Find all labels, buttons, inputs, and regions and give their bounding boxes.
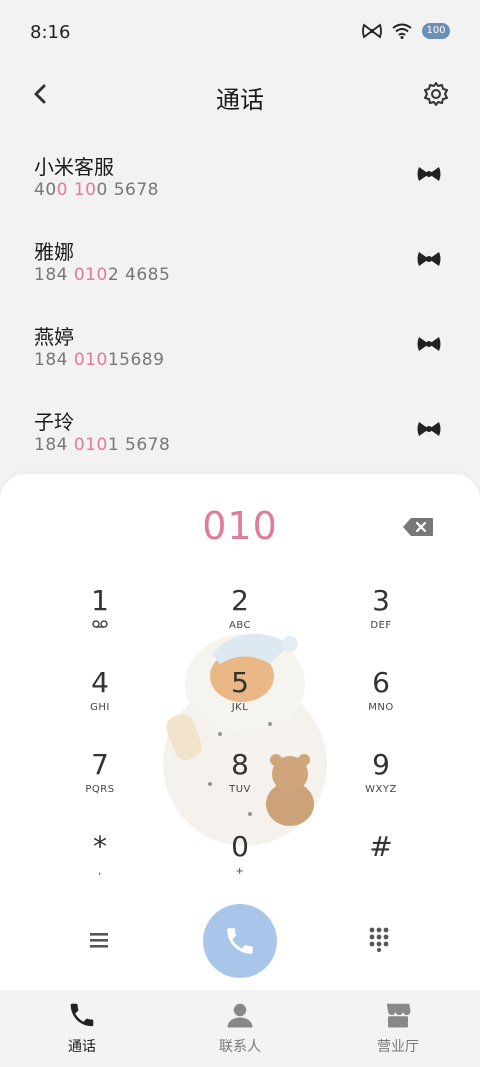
contact-name: 小米客服 bbox=[34, 155, 114, 179]
key-5[interactable]: 5 JKL bbox=[180, 666, 300, 736]
key-2[interactable]: 2 ABC bbox=[180, 584, 300, 654]
status-time: 8:16 bbox=[30, 22, 71, 43]
bottom-nav: 通话 联系人 营业厅 bbox=[0, 990, 480, 1067]
nav-item-calls[interactable]: 通话 bbox=[22, 1000, 142, 1056]
key-4[interactable]: 4 GHI bbox=[40, 666, 160, 736]
wifi-icon bbox=[392, 23, 412, 39]
key-7[interactable]: 7 PQRS bbox=[40, 748, 160, 818]
nav-item-store[interactable]: 营业厅 bbox=[338, 1000, 458, 1056]
contact-number: 400 100 5678 bbox=[34, 180, 159, 200]
call-list: 小米客服 400 100 5678 雅娜 184 0102 4685 燕婷 18… bbox=[0, 140, 480, 480]
bow-icon[interactable] bbox=[416, 334, 442, 354]
phone-icon bbox=[70, 1003, 94, 1027]
bow-status-icon bbox=[362, 22, 382, 40]
key-6[interactable]: 6 MNO bbox=[321, 666, 441, 736]
list-item[interactable]: 小米客服 400 100 5678 bbox=[0, 140, 480, 225]
backspace-icon[interactable] bbox=[402, 517, 434, 537]
status-icons: 100 bbox=[362, 22, 450, 40]
page-title: 通话 bbox=[216, 86, 264, 114]
nav-item-contacts[interactable]: 联系人 bbox=[180, 1000, 300, 1056]
list-item[interactable]: 子玲 184 0101 5678 bbox=[0, 395, 480, 480]
call-button[interactable] bbox=[203, 904, 277, 978]
battery-icon: 100 bbox=[422, 23, 450, 39]
gear-icon bbox=[424, 82, 448, 106]
key-9[interactable]: 9 WXYZ bbox=[321, 748, 441, 818]
key-0[interactable]: 0 + bbox=[180, 830, 300, 900]
phone-icon bbox=[227, 928, 253, 954]
contact-number: 184 01015689 bbox=[34, 350, 165, 370]
dialpad-icon[interactable] bbox=[368, 926, 390, 952]
person-icon bbox=[227, 1003, 253, 1028]
key-1[interactable]: 1 bbox=[40, 584, 160, 654]
menu-icon[interactable] bbox=[88, 930, 110, 950]
key-3[interactable]: 3 DEF bbox=[321, 584, 441, 654]
settings-button[interactable] bbox=[422, 78, 450, 110]
dialer-controls bbox=[0, 904, 480, 984]
contact-number: 184 0101 5678 bbox=[34, 435, 171, 455]
header: 通话 bbox=[0, 66, 480, 122]
voicemail-icon bbox=[40, 620, 160, 631]
contact-name: 燕婷 bbox=[34, 325, 74, 349]
key-star[interactable]: *, bbox=[40, 830, 160, 900]
store-icon bbox=[386, 1003, 411, 1028]
bow-icon[interactable] bbox=[416, 419, 442, 439]
dialer-panel: 010 1 2 ABC 3 DEF 4 GHI 5 JKL 6 MNO 7 PQ… bbox=[0, 474, 480, 994]
status-bar: 8:16 100 bbox=[0, 0, 480, 66]
key-hash[interactable]: # bbox=[321, 830, 441, 900]
bow-icon[interactable] bbox=[416, 164, 442, 184]
key-8[interactable]: 8 TUV bbox=[180, 748, 300, 818]
bow-icon[interactable] bbox=[416, 249, 442, 269]
list-item[interactable]: 雅娜 184 0102 4685 bbox=[0, 225, 480, 310]
contact-name: 雅娜 bbox=[34, 240, 74, 264]
contact-number: 184 0102 4685 bbox=[34, 265, 171, 285]
list-item[interactable]: 燕婷 184 01015689 bbox=[0, 310, 480, 395]
contact-name: 子玲 bbox=[34, 410, 74, 434]
